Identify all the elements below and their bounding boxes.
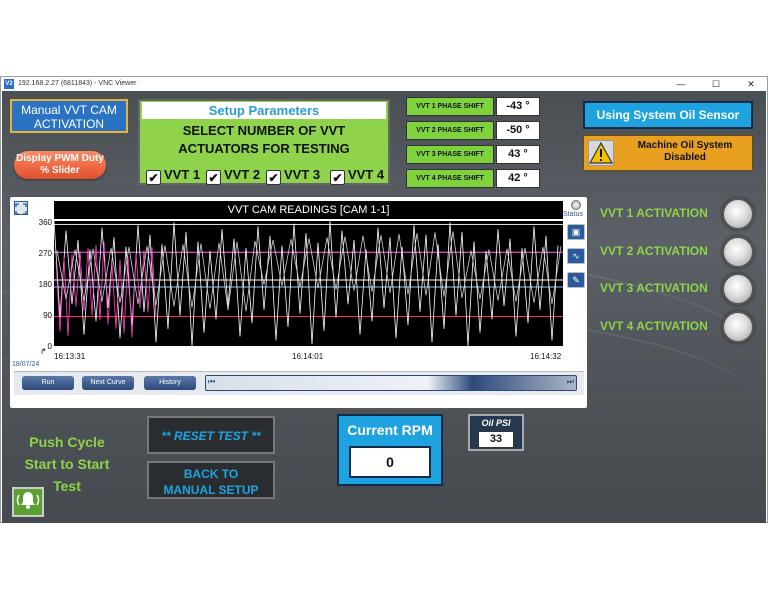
vvt4-phase-shift: VVT 4 PHASE SHIFT 42 ° bbox=[406, 169, 540, 188]
hmi-screen: Manual VVT CAM ACTIVATION Display PWM Du… bbox=[2, 91, 766, 523]
oil-psi-label: Oil PSI bbox=[481, 418, 511, 428]
setup-instruction-line2: ACTUATORS FOR TESTING bbox=[178, 141, 350, 156]
vvt1-checkbox-label: VVT 1 bbox=[164, 167, 201, 182]
vvt1-checkbox[interactable]: ✔ VVT 1 bbox=[146, 167, 200, 185]
mode-label: Manual VVT CAM ACTIVATION bbox=[10, 99, 128, 133]
machine-oil-status: Machine Oil System Disabled bbox=[583, 135, 753, 171]
vvt3-checkbox[interactable]: ✔ VVT 3 bbox=[266, 167, 320, 185]
vvt2-activation-lamp[interactable] bbox=[722, 236, 754, 268]
curve-icon[interactable]: ∿ bbox=[567, 248, 585, 264]
alarm-bell-icon[interactable] bbox=[12, 487, 44, 517]
vvt1-activation-lamp[interactable] bbox=[722, 198, 754, 230]
vvt4-activation-lamp[interactable] bbox=[722, 311, 754, 343]
phase-shift-value: 43 ° bbox=[496, 145, 540, 164]
rpm-value: 0 bbox=[349, 446, 431, 478]
run-button[interactable]: Run bbox=[22, 376, 74, 390]
chart-date: 18/07/24 bbox=[12, 361, 40, 368]
fullscreen-icon[interactable] bbox=[14, 201, 28, 215]
vvt3-activation-lamp[interactable] bbox=[722, 273, 754, 305]
status-label: Status bbox=[563, 211, 583, 218]
vvt3-checkbox-label: VVT 3 bbox=[284, 167, 321, 182]
setup-parameters-panel: Setup Parameters SELECT NUMBER OF VVT AC… bbox=[138, 99, 390, 185]
phase-shift-label: VVT 2 PHASE SHIFT bbox=[406, 121, 494, 140]
y-tick: 360 bbox=[38, 218, 52, 227]
y-tick: 90 bbox=[43, 311, 52, 320]
phase-shift-value: -43 ° bbox=[496, 97, 540, 116]
checkbox-check-icon: ✔ bbox=[206, 170, 221, 185]
back-button-line2: MANUAL SETUP bbox=[163, 483, 259, 497]
axis-arrow-icon: ↱ bbox=[40, 347, 47, 356]
setup-instruction-line1: SELECT NUMBER OF VVT bbox=[182, 123, 346, 138]
export-icon[interactable]: ✎ bbox=[567, 272, 585, 288]
phase-shift-label: VVT 1 PHASE SHIFT bbox=[406, 97, 494, 116]
vvt2-phase-shift: VVT 2 PHASE SHIFT -50 ° bbox=[406, 121, 540, 140]
maximize-button[interactable]: ☐ bbox=[706, 78, 726, 90]
phase-shift-value: 42 ° bbox=[496, 169, 540, 188]
phase-shift-value: -50 ° bbox=[496, 121, 540, 140]
phase-shift-label: VVT 3 PHASE SHIFT bbox=[406, 145, 494, 164]
x-tick: 16:14:32 bbox=[530, 352, 562, 361]
warning-icon bbox=[588, 140, 614, 166]
display-pwm-button[interactable]: Display PWM Duty % Slider bbox=[14, 151, 106, 179]
vvt4-activation-label: VVT 4 ACTIVATION bbox=[600, 319, 708, 333]
chart-title: VVT CAM READINGS [CAM 1-1] bbox=[54, 201, 563, 219]
current-rpm-display: Current RPM 0 bbox=[337, 414, 443, 486]
vnc-app-icon: V2 bbox=[4, 79, 14, 89]
vvt2-activation-label: VVT 2 ACTIVATION bbox=[600, 244, 708, 258]
vvt3-phase-shift: VVT 3 PHASE SHIFT 43 ° bbox=[406, 145, 540, 164]
checkbox-check-icon: ✔ bbox=[266, 170, 281, 185]
vvt1-activation-label: VVT 1 ACTIVATION bbox=[600, 206, 708, 220]
chart-svg bbox=[53, 220, 563, 347]
machine-oil-text: Machine Oil System Disabled bbox=[637, 140, 733, 163]
y-tick: 180 bbox=[38, 280, 52, 289]
x-tick: 16:14:01 bbox=[292, 352, 324, 361]
time-scrollbar[interactable]: ⏮ ⏭ bbox=[205, 375, 577, 391]
camera-icon[interactable]: ▣ bbox=[567, 224, 585, 240]
rpm-label: Current RPM bbox=[347, 422, 433, 438]
chart-plot-area[interactable] bbox=[53, 220, 563, 347]
vnc-window: V2 192.168.2.27 (6811843) - VNC Viewer —… bbox=[0, 76, 768, 523]
vvt4-checkbox-label: VVT 4 bbox=[348, 167, 385, 182]
next-curve-button[interactable]: Next Curve bbox=[82, 376, 134, 390]
scroll-end-icon[interactable]: ⏭ bbox=[567, 377, 574, 387]
window-title: 192.168.2.27 (6811843) - VNC Viewer bbox=[18, 80, 137, 87]
vvt1-phase-shift: VVT 1 PHASE SHIFT -43 ° bbox=[406, 97, 540, 116]
window-titlebar: V2 192.168.2.27 (6811843) - VNC Viewer —… bbox=[1, 77, 767, 91]
back-button-line1: BACK TO bbox=[183, 467, 239, 481]
y-tick: 270 bbox=[38, 249, 52, 258]
trend-chart-panel: VVT CAM READINGS [CAM 1-1] Status ▣ ∿ ✎ … bbox=[9, 196, 588, 409]
minimize-button[interactable]: — bbox=[671, 78, 691, 90]
vvt3-activation-label: VVT 3 ACTIVATION bbox=[600, 281, 708, 295]
checkbox-check-icon: ✔ bbox=[146, 170, 161, 185]
vvt4-checkbox[interactable]: ✔ VVT 4 bbox=[330, 167, 384, 185]
phase-shift-label: VVT 4 PHASE SHIFT bbox=[406, 169, 494, 188]
history-button[interactable]: History bbox=[144, 376, 196, 390]
series-line-2 bbox=[56, 231, 562, 312]
vvt2-checkbox-label: VVT 2 bbox=[224, 167, 261, 182]
oil-psi-display: Oil PSI 33 bbox=[468, 414, 524, 451]
back-to-manual-setup-button[interactable]: BACK TO MANUAL SETUP bbox=[147, 461, 275, 499]
checkbox-check-icon: ✔ bbox=[330, 170, 345, 185]
oil-sensor-status: Using System Oil Sensor bbox=[583, 101, 753, 129]
scroll-start-icon[interactable]: ⏮ bbox=[208, 377, 215, 387]
vvt2-checkbox[interactable]: ✔ VVT 2 bbox=[206, 167, 260, 185]
x-tick: 16:13:31 bbox=[54, 352, 86, 361]
close-button[interactable]: ✕ bbox=[741, 78, 761, 90]
reset-test-button[interactable]: ** RESET TEST ** bbox=[147, 416, 275, 454]
status-indicator bbox=[571, 200, 581, 210]
setup-title: Setup Parameters bbox=[142, 102, 386, 119]
oil-psi-value: 33 bbox=[478, 431, 514, 448]
